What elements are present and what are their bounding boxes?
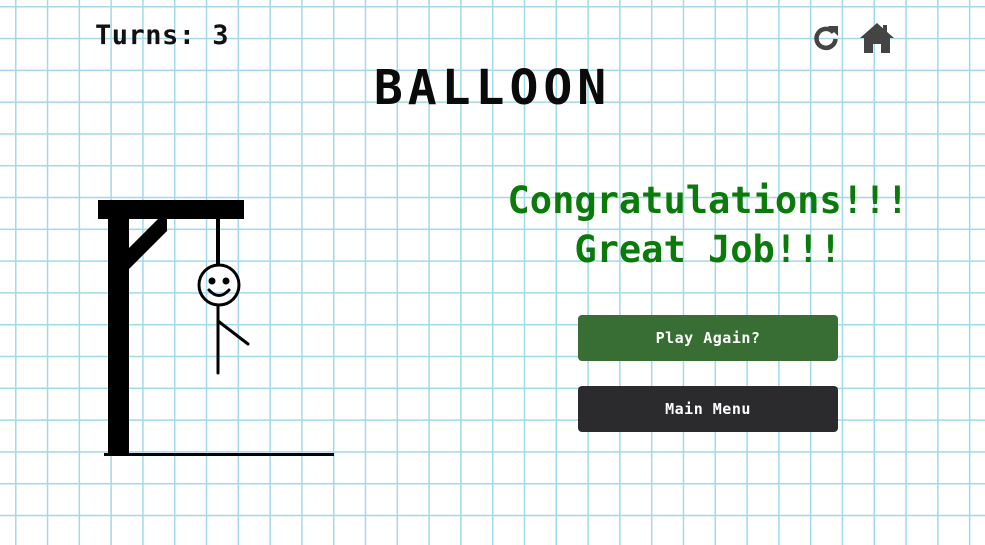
main-menu-button[interactable]: Main Menu: [578, 386, 838, 432]
play-again-button[interactable]: Play Again?: [578, 315, 838, 361]
result-message: Congratulations!!! Great Job!!!: [478, 176, 938, 274]
gallows-frame: [98, 200, 334, 456]
word-display: BALLOON: [373, 60, 612, 116]
home-icon[interactable]: [859, 20, 895, 56]
result-line-2: Great Job!!!: [574, 228, 842, 271]
refresh-icon[interactable]: [808, 20, 844, 56]
hangman-drawing: [95, 195, 340, 469]
turns-counter: Turns: 3: [95, 20, 230, 51]
result-line-1: Congratulations!!!: [507, 179, 909, 222]
stick-figure: [197, 263, 250, 375]
